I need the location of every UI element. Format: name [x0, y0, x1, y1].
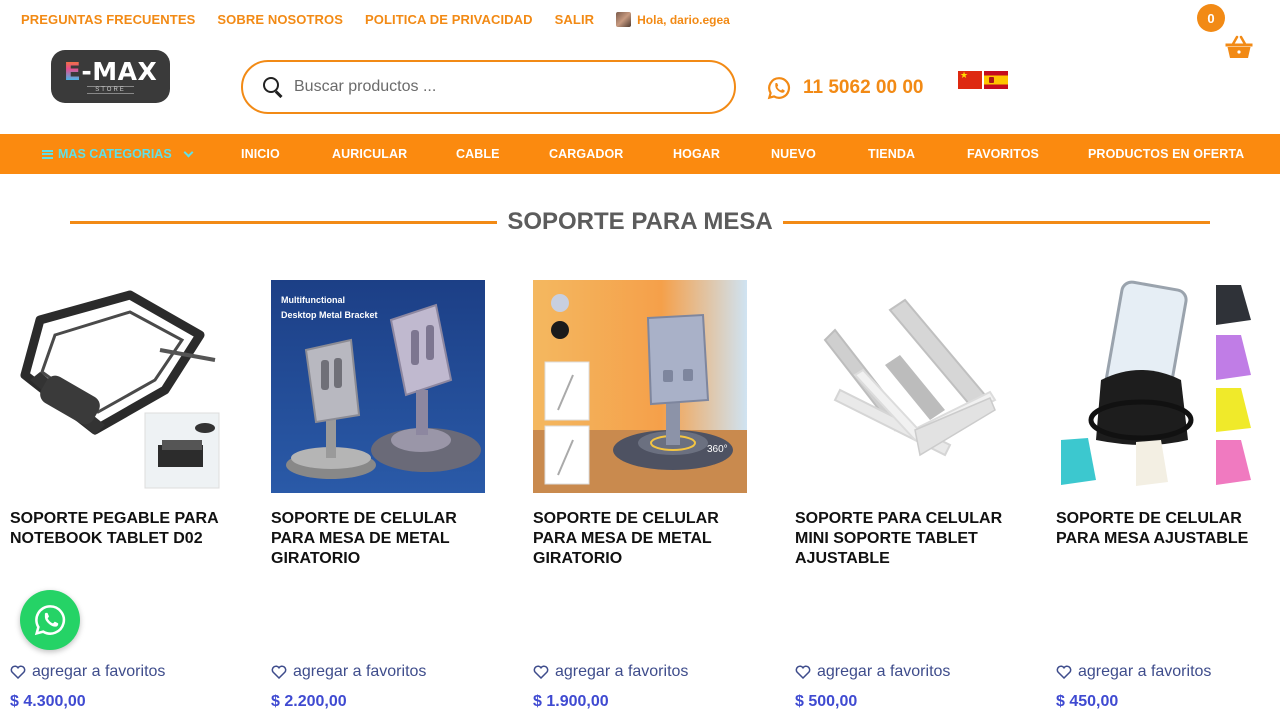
product-name[interactable]: SOPORTE PEGABLE PARA NOTEBOOK TABLET D02: [10, 509, 240, 549]
greeting-text: Hola, dario.egea: [637, 12, 730, 27]
product-price: $ 2.200,00: [271, 693, 347, 710]
section-title: SOPORTE PARA MESA: [0, 208, 1280, 236]
logo-subtitle: STORE: [87, 86, 134, 94]
mini-tablet-stand-image: [795, 280, 1009, 493]
favorites-label: agregar a favoritos: [32, 663, 166, 680]
categories-menu[interactable]: MAS CATEGORIAS: [42, 147, 194, 161]
logo-letter: E: [63, 57, 82, 86]
add-to-favorites[interactable]: agregar a favoritos: [533, 663, 688, 681]
china-flag-icon[interactable]: [958, 70, 982, 89]
product-image[interactable]: [795, 280, 1009, 493]
product-price: $ 1.900,00: [533, 693, 609, 710]
product-image[interactable]: [1056, 280, 1270, 493]
language-switcher: [958, 70, 1008, 89]
faq-link[interactable]: PREGUNTAS FRECUENTES: [21, 12, 195, 27]
product-name[interactable]: SOPORTE PARA CELULAR MINI SOPORTE TABLET…: [795, 509, 1025, 569]
metal-phone-stand-image: Multifunctional Desktop Metal Bracket: [271, 280, 485, 493]
cart-count-badge[interactable]: 0: [1197, 4, 1225, 32]
laptop-stand-image: [10, 280, 224, 493]
add-to-favorites[interactable]: agregar a favoritos: [271, 663, 426, 681]
search-input[interactable]: [294, 78, 714, 96]
section-title-text: SOPORTE PARA MESA: [497, 208, 783, 235]
phone-number: 11 5062 00 00: [803, 77, 924, 98]
nav-item-nuevo[interactable]: NUEVO: [771, 147, 816, 161]
privacy-link[interactable]: POLITICA DE PRIVACIDAD: [365, 12, 533, 27]
image-caption-2: Desktop Metal Bracket: [281, 310, 378, 320]
about-link[interactable]: SOBRE NOSOTROS: [217, 12, 343, 27]
product-image[interactable]: Multifunctional Desktop Metal Bracket: [271, 280, 485, 493]
logout-link[interactable]: SALIR: [555, 12, 595, 27]
menu-icon: [42, 149, 53, 159]
favorites-label: agregar a favoritos: [1078, 663, 1212, 680]
nav-item-ofertas[interactable]: PRODUCTOS EN OFERTA: [1088, 147, 1244, 161]
user-greeting[interactable]: Hola, dario.egea: [616, 12, 730, 27]
nav-item-cable[interactable]: CABLE: [456, 147, 500, 161]
product-name[interactable]: SOPORTE DE CELULAR PARA MESA DE METAL GI…: [271, 509, 501, 569]
favorites-label: agregar a favoritos: [555, 663, 689, 680]
product-card[interactable]: SOPORTE DE CELULAR PARA MESA AJUSTABLE a…: [1056, 280, 1270, 720]
product-image[interactable]: [10, 280, 224, 493]
nav-item-tienda[interactable]: TIENDA: [868, 147, 915, 161]
add-to-favorites[interactable]: agregar a favoritos: [10, 663, 165, 681]
product-card[interactable]: 360° SOPORTE DE CELULAR PARA MESA DE MET…: [533, 280, 747, 720]
contact-phone[interactable]: 11 5062 00 00: [767, 76, 923, 100]
logo-main: -MAX: [81, 57, 158, 86]
add-to-favorites[interactable]: agregar a favoritos: [1056, 663, 1211, 681]
product-card[interactable]: Multifunctional Desktop Metal Bracket SO…: [271, 280, 485, 720]
rotating-phone-stand-image: 360°: [533, 280, 747, 493]
heart-icon: [10, 665, 26, 679]
search-icon[interactable]: [262, 76, 284, 98]
search-bar: [241, 60, 736, 114]
heart-icon: [533, 665, 549, 679]
heart-icon: [271, 665, 287, 679]
whatsapp-icon: [767, 77, 791, 100]
main-nav: MAS CATEGORIAS INICIO AURICULAR CABLE CA…: [0, 134, 1280, 174]
nav-item-favoritos[interactable]: FAVORITOS: [967, 147, 1039, 161]
product-price: $ 4.300,00: [10, 693, 86, 710]
product-card[interactable]: SOPORTE PARA CELULAR MINI SOPORTE TABLET…: [795, 280, 1009, 720]
product-image[interactable]: 360°: [533, 280, 747, 493]
nav-item-auricular[interactable]: AURICULAR: [332, 147, 407, 161]
add-to-favorites[interactable]: agregar a favoritos: [795, 663, 950, 681]
logo-text: E-MAX: [64, 59, 157, 85]
product-card[interactable]: SOPORTE PEGABLE PARA NOTEBOOK TABLET D02…: [10, 280, 224, 720]
image-caption-1: Multifunctional: [281, 295, 345, 305]
nav-item-cargador[interactable]: CARGADOR: [549, 147, 623, 161]
adjustable-phone-stand-image: [1056, 280, 1270, 493]
product-name[interactable]: SOPORTE DE CELULAR PARA MESA AJUSTABLE: [1056, 509, 1280, 549]
top-bar: PREGUNTAS FRECUENTES SOBRE NOSOTROS POLI…: [0, 0, 1280, 40]
image-badge: 360°: [707, 444, 728, 455]
whatsapp-chat-button[interactable]: [20, 590, 80, 650]
avatar: [616, 12, 632, 27]
store-logo[interactable]: E-MAX STORE: [51, 50, 170, 103]
nav-item-hogar[interactable]: HOGAR: [673, 147, 720, 161]
nav-item-inicio[interactable]: INICIO: [241, 147, 280, 161]
spain-flag-icon[interactable]: [984, 71, 1008, 89]
categories-label: MAS CATEGORIAS: [58, 147, 172, 161]
heart-icon: [795, 665, 811, 679]
favorites-label: agregar a favoritos: [293, 663, 427, 680]
basket-icon[interactable]: [1224, 34, 1254, 60]
top-links: PREGUNTAS FRECUENTES SOBRE NOSOTROS POLI…: [21, 12, 730, 27]
favorites-label: agregar a favoritos: [817, 663, 951, 680]
product-price: $ 450,00: [1056, 693, 1119, 710]
product-price: $ 500,00: [795, 693, 858, 710]
product-name[interactable]: SOPORTE DE CELULAR PARA MESA DE METAL GI…: [533, 509, 763, 569]
heart-icon: [1056, 665, 1072, 679]
whatsapp-icon: [34, 605, 66, 636]
chevron-down-icon: [183, 147, 194, 157]
